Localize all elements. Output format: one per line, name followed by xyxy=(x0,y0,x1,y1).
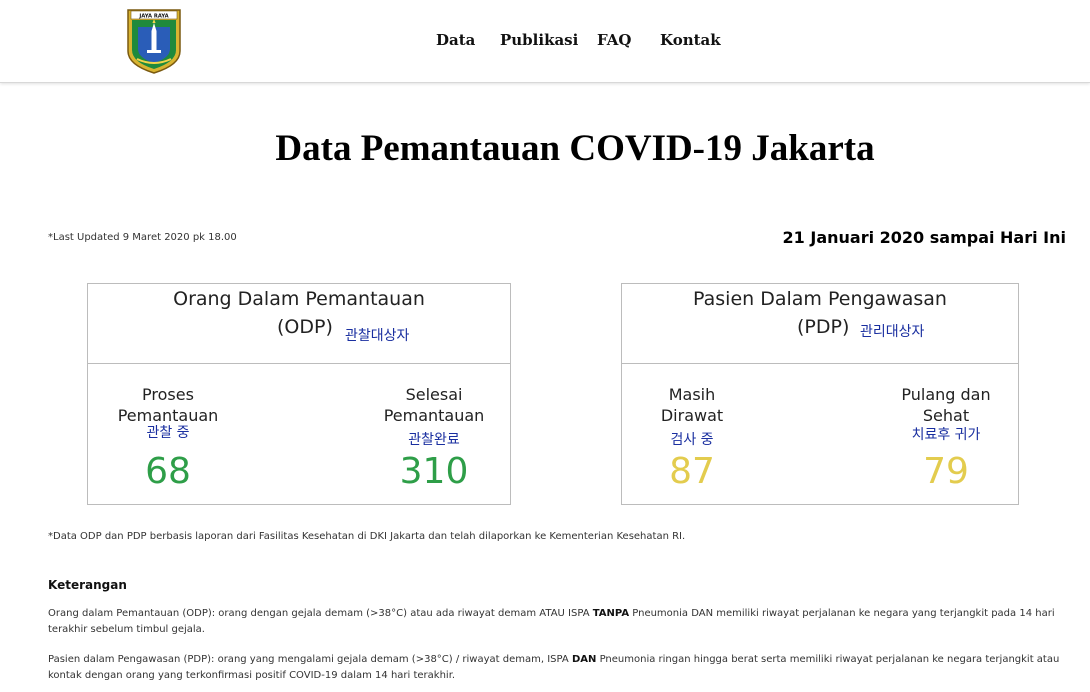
odp-definition-text-1: Orang dalam Pemantauan (ODP): orang deng… xyxy=(48,608,590,619)
stat-label-line-2: Sehat xyxy=(922,406,970,425)
last-updated-text: *Last Updated 9 Maret 2020 pk 18.00 xyxy=(48,232,237,243)
stat-label-line-1: Proses xyxy=(142,385,194,404)
pdp-card-title: Pasien Dalam Pengawasan xyxy=(693,288,947,310)
stat-label-line-1: Selesai xyxy=(405,385,463,404)
odp-card-header: Orang Dalam Pemantauan (ODP) 관찰대상자 xyxy=(88,284,510,364)
nav-link-data[interactable]: Data xyxy=(436,31,475,49)
odp-definition-bold: TANPA xyxy=(592,608,630,619)
pdp-definition-text-1: Pasien dalam Pengawasan (PDP): orang yan… xyxy=(48,654,569,665)
date-range-text: 21 Januari 2020 sampai Hari Ini xyxy=(782,228,1066,247)
stat-value-pdp-masih: 87 xyxy=(669,451,715,492)
pdp-stat-pulang: Pulang dan Sehat 치료후 귀가 79 xyxy=(882,384,1010,496)
pdp-abbr: (PDP) xyxy=(797,316,850,338)
odp-card: Orang Dalam Pemantauan (ODP) 관찰대상자 Prose… xyxy=(87,283,511,505)
pdp-card-header: Pasien Dalam Pengawasan (PDP) 관리대상자 xyxy=(622,284,1018,364)
top-navbar: JAYA RAYA Data Publikasi FAQ Kontak xyxy=(0,0,1090,83)
jakarta-emblem-logo[interactable]: JAYA RAYA xyxy=(125,7,183,75)
stat-label-line-1: Masih xyxy=(668,385,716,404)
odp-stat-proses: Proses Pemantauan 관찰 중 68 xyxy=(98,384,238,496)
pdp-stat-masih: Masih Dirawat 검사 중 87 xyxy=(634,384,750,496)
stat-label-line-2: Dirawat xyxy=(660,406,724,425)
pdp-abbr-korean: 관리대상자 xyxy=(860,324,925,340)
odp-card-title: Orang Dalam Pemantauan xyxy=(173,288,425,310)
stat-value-odp-proses: 68 xyxy=(145,451,191,492)
odp-abbr: (ODP) xyxy=(277,316,333,338)
nav-link-faq[interactable]: FAQ xyxy=(597,31,631,49)
svg-text:JAYA RAYA: JAYA RAYA xyxy=(138,14,168,20)
odp-abbr-korean: 관찰대상자 xyxy=(345,328,410,344)
stat-korean-label: 검사 중 xyxy=(670,432,714,448)
pdp-definition: Pasien dalam Pengawasan (PDP): orang yan… xyxy=(48,652,1068,684)
stat-label-line-2: Pemantauan xyxy=(117,406,219,425)
odp-definition: Orang dalam Pemantauan (ODP): orang deng… xyxy=(48,606,1068,638)
stat-value-odp-selesai: 310 xyxy=(399,451,469,492)
stat-label-line-2: Pemantauan xyxy=(383,406,485,425)
stat-label-line-1: Pulang dan xyxy=(901,385,991,404)
stat-korean-label: 치료후 귀가 xyxy=(911,427,981,443)
stat-korean-label: 관찰완료 xyxy=(408,432,460,448)
nav-link-publikasi[interactable]: Publikasi xyxy=(500,31,578,49)
odp-stat-selesai: Selesai Pemantauan 관찰완료 310 xyxy=(364,384,504,496)
page-title: Data Pemantauan COVID-19 Jakarta xyxy=(275,128,875,169)
stat-korean-label: 관찰 중 xyxy=(146,425,190,441)
nav-link-kontak[interactable]: Kontak xyxy=(660,31,721,49)
pdp-card: Pasien Dalam Pengawasan (PDP) 관리대상자 Masi… xyxy=(621,283,1019,505)
pdp-definition-bold: DAN xyxy=(571,654,597,665)
data-source-note: *Data ODP dan PDP berbasis laporan dari … xyxy=(48,531,686,542)
keterangan-heading: Keterangan xyxy=(48,578,127,592)
stat-value-pdp-pulang: 79 xyxy=(923,451,969,492)
